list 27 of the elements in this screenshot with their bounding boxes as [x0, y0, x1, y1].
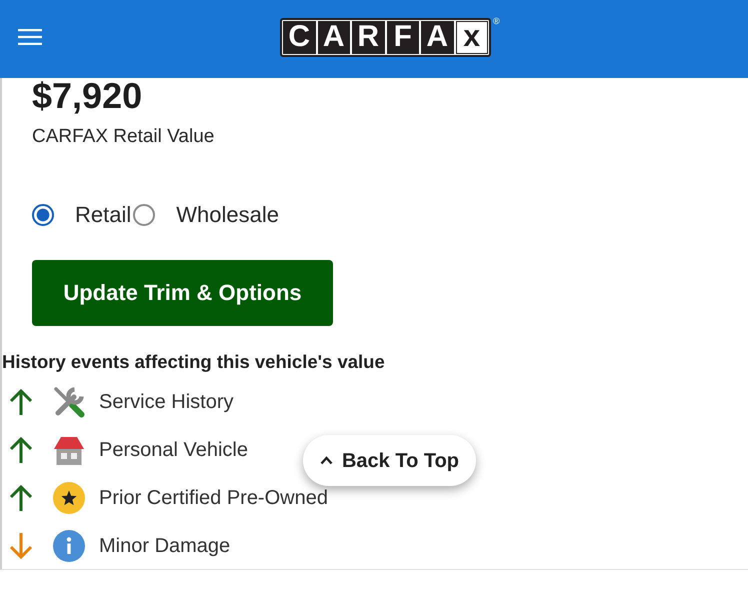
history-event-label: Minor Damage: [99, 534, 230, 558]
logo[interactable]: C A R F A x: [280, 18, 491, 56]
logo-letter: F: [386, 20, 419, 54]
logo-letter: A: [421, 20, 454, 54]
logo-letter: R: [352, 20, 384, 54]
update-trim-button[interactable]: Update Trim & Options: [32, 260, 333, 326]
house-icon: [53, 434, 85, 466]
registered-mark: ®: [493, 16, 500, 26]
radio-label[interactable]: Retail: [75, 203, 132, 227]
history-event-label: Service History: [99, 390, 234, 414]
tools-icon: [53, 386, 85, 418]
logo-letter: x: [456, 20, 488, 54]
info-icon: [53, 530, 85, 562]
history-event-label: Prior Certified Pre-Owned: [99, 486, 328, 510]
radio-button[interactable]: [32, 204, 54, 226]
back-to-top-button[interactable]: Back To Top: [303, 435, 476, 486]
section-heading: History events affecting this vehicle's value: [2, 350, 385, 374]
value-label: CARFAX Retail Value: [32, 125, 214, 149]
menu-icon[interactable]: [18, 29, 42, 45]
chevron-up-icon: [320, 456, 333, 465]
history-event-label: Personal Vehicle: [99, 438, 248, 462]
logo-letter: C: [283, 20, 316, 54]
radio-label[interactable]: Wholesale: [176, 203, 279, 227]
price-value: $7,920: [32, 78, 142, 114]
radio-button[interactable]: [133, 204, 156, 226]
star-badge-icon: [53, 482, 85, 514]
logo-letter: A: [318, 20, 350, 54]
